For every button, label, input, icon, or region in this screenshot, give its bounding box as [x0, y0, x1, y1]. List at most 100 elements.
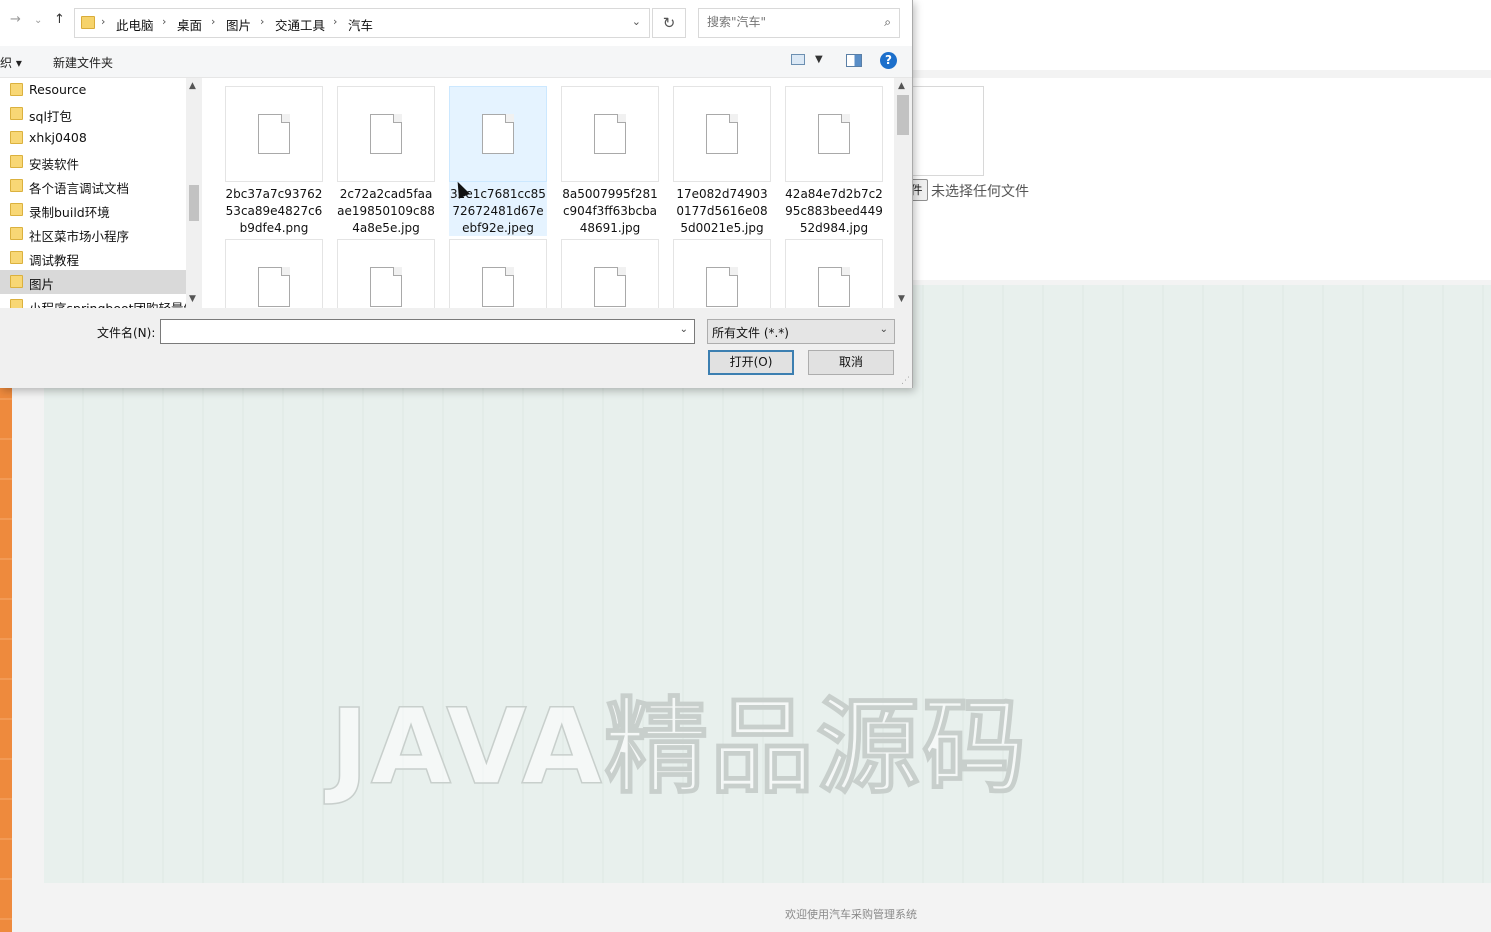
folder-icon [10, 179, 23, 192]
file-item[interactable]: 8a5007995f281c904f3ff63bcba48691.jpg [561, 86, 659, 236]
breadcrumb-vehicles[interactable]: 交通工具 [275, 15, 325, 34]
folder-icon [10, 131, 23, 144]
file-list-scrollbar[interactable]: ▲ ▼ [894, 78, 912, 308]
nav-item-sql-package[interactable]: sql打包 [0, 102, 186, 126]
file-item[interactable] [785, 239, 883, 308]
dialog-footer: 文件名(N): ⌄ 所有文件 (*.*) ⌄ 打开(O) 取消 ⋰ [0, 308, 912, 388]
file-thumbnail [785, 86, 883, 182]
breadcrumb-this-pc[interactable]: 此电脑 [116, 15, 154, 34]
nav-item-miniapp-springboot[interactable]: 小程序springboot团购轻量级 [0, 294, 196, 308]
resize-grip-icon[interactable]: ⋰ [901, 376, 910, 386]
file-item-selected[interactable]: 32e1c7681cc8572672481d67eebf92e.jpeg [449, 86, 547, 236]
nav-item-label: xhkj0408 [29, 130, 87, 145]
breadcrumb-pictures[interactable]: 图片 [226, 15, 251, 34]
search-box[interactable]: ⌕ [698, 8, 900, 38]
document-fold-icon [505, 267, 514, 276]
document-fold-icon [393, 114, 402, 123]
breadcrumb-separator-icon[interactable]: › [211, 15, 215, 28]
document-fold-icon [617, 267, 626, 276]
folder-icon [10, 275, 23, 288]
up-arrow-icon[interactable]: ↑ [54, 12, 65, 27]
nav-item-debug-docs[interactable]: 各个语言调试文档 [0, 174, 186, 198]
preview-pane-icon[interactable] [846, 54, 862, 67]
file-thumbnail [449, 86, 547, 182]
breadcrumb-cars[interactable]: 汽车 [348, 15, 373, 34]
nav-item-label: sql打包 [29, 109, 72, 124]
refresh-icon: ↻ [662, 14, 676, 32]
nav-pane-scrollbar[interactable]: ▲ ▼ [186, 78, 202, 308]
nav-item-build-env[interactable]: 录制build环境 [0, 198, 186, 222]
folder-icon [10, 299, 23, 308]
recent-locations-chevron-icon[interactable]: ⌄ [34, 15, 42, 26]
file-list-area: 2bc37a7c9376253ca89e4827c6b9dfe4.png 2c7… [208, 78, 894, 308]
file-name: 2c72a2cad5faaae19850109c884a8e5e.jpg [337, 187, 435, 235]
scrollbar-thumb[interactable] [897, 95, 909, 135]
image-preview-box [912, 86, 984, 176]
file-thumbnail [561, 86, 659, 182]
search-input[interactable] [707, 15, 867, 29]
filename-input[interactable] [165, 324, 665, 338]
nav-item-label: 安装软件 [29, 157, 80, 172]
document-fold-icon [841, 114, 850, 123]
forward-arrow-icon[interactable]: → [10, 12, 21, 27]
folder-icon [10, 251, 23, 264]
file-item[interactable]: 2bc37a7c9376253ca89e4827c6b9dfe4.png [225, 86, 323, 236]
nav-item-resource[interactable]: Resource [0, 78, 186, 102]
scroll-down-icon[interactable]: ▼ [898, 294, 905, 304]
file-item[interactable] [337, 239, 435, 308]
scroll-down-icon[interactable]: ▼ [189, 294, 196, 304]
document-fold-icon [505, 114, 514, 123]
file-item[interactable] [225, 239, 323, 308]
document-fold-icon [281, 267, 290, 276]
filename-combobox[interactable]: ⌄ [160, 319, 695, 344]
file-item[interactable] [561, 239, 659, 308]
breadcrumb-separator-icon[interactable]: › [333, 15, 337, 28]
open-button[interactable]: 打开(O) [708, 350, 794, 375]
folder-icon [10, 83, 23, 96]
nav-item-label: Resource [29, 82, 87, 97]
file-thumbnail [673, 239, 771, 308]
no-file-selected-text: 未选择任何文件 [931, 184, 1029, 200]
file-thumbnail [225, 239, 323, 308]
file-item[interactable]: 2c72a2cad5faaae19850109c884a8e5e.jpg [337, 86, 435, 236]
nav-item-install-software[interactable]: 安装软件 [0, 150, 186, 174]
document-fold-icon [281, 114, 290, 123]
nav-item-pictures[interactable]: 图片 [0, 270, 186, 294]
chevron-down-icon[interactable]: ⌄ [632, 15, 641, 28]
file-item[interactable] [449, 239, 547, 308]
file-name: 42a84e7d2b7c295c883beed44952d984.jpg [785, 187, 883, 235]
view-options-icon[interactable] [791, 54, 805, 65]
folder-icon [10, 227, 23, 240]
folder-icon [10, 155, 23, 168]
cancel-button[interactable]: 取消 [808, 350, 894, 375]
navigation-row: → ⌄ ↑ › 此电脑 › 桌面 › 图片 › 交通工具 › 汽车 ⌄ ↻ ⌕ [0, 0, 912, 46]
file-item[interactable]: 17e082d749030177d5616e085d0021e5.jpg [673, 86, 771, 236]
breadcrumb-separator-icon[interactable]: › [162, 15, 166, 28]
refresh-button[interactable]: ↻ [652, 8, 686, 38]
breadcrumb-separator-icon[interactable]: › [101, 15, 105, 28]
filetype-select[interactable]: 所有文件 (*.*) ⌄ [707, 319, 895, 344]
nav-item-xhkj0408[interactable]: xhkj0408 [0, 126, 186, 150]
new-folder-button[interactable]: 新建文件夹 [53, 54, 113, 71]
scrollbar-thumb[interactable] [189, 185, 199, 221]
file-item[interactable]: 42a84e7d2b7c295c883beed44952d984.jpg [785, 86, 883, 236]
document-fold-icon [729, 267, 738, 276]
search-icon[interactable]: ⌕ [884, 15, 891, 30]
organize-button[interactable]: 织 ▾ [0, 54, 22, 71]
document-fold-icon [729, 114, 738, 123]
nav-item-debug-tutorial[interactable]: 调试教程 [0, 246, 186, 270]
filetype-selected-value: 所有文件 (*.*) [712, 326, 789, 340]
nav-item-market-miniapp[interactable]: 社区菜市场小程序 [0, 222, 186, 246]
file-thumbnail [337, 86, 435, 182]
scroll-up-icon[interactable]: ▲ [898, 81, 905, 91]
view-dropdown-icon[interactable]: ▼ [815, 54, 823, 65]
address-bar[interactable]: › 此电脑 › 桌面 › 图片 › 交通工具 › 汽车 ⌄ [74, 8, 650, 38]
file-item[interactable] [673, 239, 771, 308]
file-name: 17e082d749030177d5616e085d0021e5.jpg [676, 187, 768, 235]
chevron-down-icon[interactable]: ⌄ [680, 324, 688, 335]
breadcrumb-desktop[interactable]: 桌面 [177, 15, 202, 34]
scroll-up-icon[interactable]: ▲ [189, 81, 196, 91]
breadcrumb-separator-icon[interactable]: › [260, 15, 264, 28]
help-icon[interactable]: ? [880, 52, 897, 69]
document-fold-icon [393, 267, 402, 276]
